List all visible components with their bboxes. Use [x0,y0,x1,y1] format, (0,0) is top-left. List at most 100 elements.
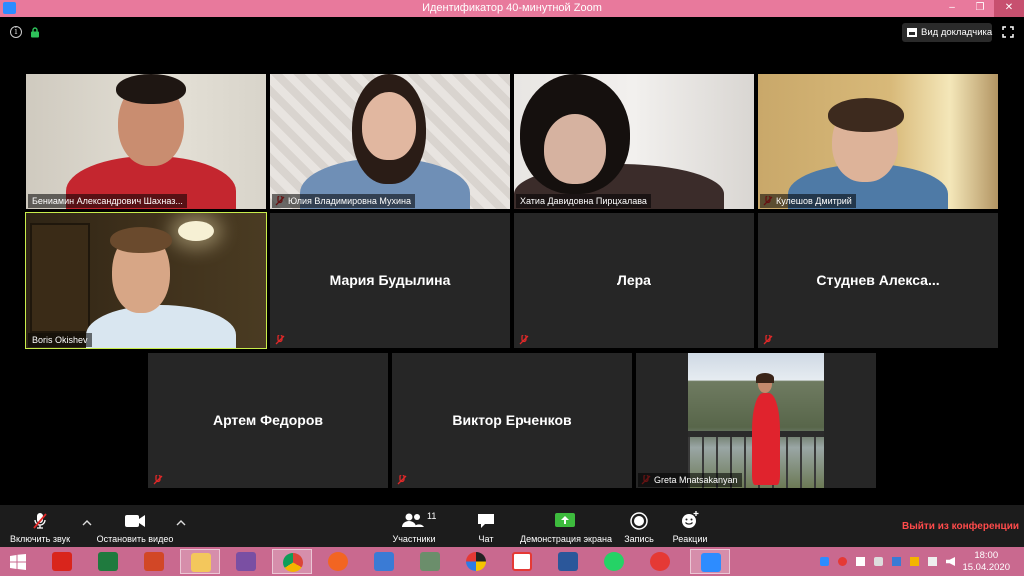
chat-button[interactable]: Чат [466,505,506,547]
participant-name: Юлия Владимировна Мухина [272,194,415,208]
taskbar-whatsapp[interactable] [594,549,634,574]
meeting-toolbar: Включить звук Остановить видео 11 Участн… [0,505,1024,547]
tray-network-icon[interactable] [892,557,901,566]
whatsapp-icon [604,552,624,571]
folder-icon [191,553,211,572]
participant-tile[interactable]: Студнев Алекса... [758,213,998,348]
microphone-muted-icon [33,513,47,529]
maximize-button[interactable]: ❐ [966,0,994,17]
network-icon [374,552,394,571]
taskbar-app[interactable] [456,549,496,574]
participant-tile-active-speaker[interactable]: Boris Okishev [25,212,267,349]
participant-tile[interactable]: Бениамин Александрович Шахназ... [26,74,266,209]
participant-tile[interactable]: Юлия Владимировна Мухина [270,74,510,209]
speaker-view-button[interactable]: Вид докладчика [902,23,992,42]
taskbar-zoom[interactable] [690,549,730,574]
participant-video [688,353,824,488]
record-label: Запись [624,534,654,544]
windows-taskbar: 18:00 15.04.2020 [0,547,1024,576]
taskbar-yandex-browser[interactable] [502,549,542,574]
unmute-label: Включить звук [9,534,71,544]
taskbar-file-explorer[interactable] [180,549,220,574]
participants-count: 11 [427,511,437,521]
windows-start-icon[interactable] [10,554,26,570]
taskbar-yandex[interactable] [640,549,680,574]
taskbar-clock[interactable]: 18:00 15.04.2020 [962,550,1010,574]
muted-mic-icon [153,475,163,485]
taskbar-word[interactable] [548,549,588,574]
participant-name-center: Артем Федоров [212,412,324,428]
media-player-icon [328,552,348,571]
share-screen-icon [555,513,575,527]
encryption-lock-icon[interactable] [30,27,40,38]
chat-label: Чат [478,534,494,544]
participant-name-center: Лера [617,272,651,288]
stop-video-label: Остановить видео [96,534,174,544]
tray-app-icon[interactable] [874,557,883,566]
tray-antivirus-icon[interactable] [838,557,847,566]
leave-meeting-button[interactable]: Выйти из конференции [902,521,1019,532]
participant-tile[interactable]: Хатиа Давидовна Пирцхалава [514,74,754,209]
taskbar-media-player[interactable] [318,549,358,574]
window-title: Идентификатор 40-минутной Zoom [422,2,602,14]
reactions-label: Реакции [672,534,708,544]
chrome-icon [283,553,303,572]
unmute-button[interactable]: Включить звук [4,505,76,547]
participant-video [758,74,998,209]
participant-video [26,213,266,348]
window-titlebar: Идентификатор 40-минутной Zoom – ❐ ✕ [0,0,1024,17]
participant-tile[interactable]: Кулешов Дмитрий [758,74,998,209]
participant-name: Boris Okishev [28,333,92,347]
scanner-icon [420,552,440,571]
record-button[interactable]: Запись [620,505,658,547]
taskbar-acrobat[interactable] [42,549,82,574]
taskbar-app[interactable] [410,549,450,574]
share-screen-button[interactable]: Демонстрация экрана [520,505,612,547]
video-options-chevron-up-icon[interactable] [176,519,186,527]
audio-options-chevron-up-icon[interactable] [82,519,92,527]
tray-usb-icon[interactable] [856,557,865,566]
reactions-button[interactable]: Реакции [670,505,710,547]
participants-button[interactable]: 11 Участники [388,505,440,547]
taskbar-winrar[interactable] [226,549,266,574]
tray-battery-icon[interactable] [928,557,937,566]
minimize-button[interactable]: – [938,0,966,17]
participant-tile[interactable]: Лера [514,213,754,348]
yandex-browser-icon [512,552,532,571]
muted-mic-icon [519,335,529,345]
participant-name: Кулешов Дмитрий [760,194,856,208]
powerpoint-icon [144,552,164,571]
taskbar-chrome[interactable] [272,549,312,574]
video-camera-icon [125,515,145,527]
tray-volume-icon[interactable] [946,557,955,566]
tray-update-icon[interactable] [910,557,919,566]
participant-tile[interactable]: Greta Mnatsakanyan [636,353,876,488]
participant-tile[interactable]: Виктор Ерченков [392,353,632,488]
participant-tile[interactable]: Мария Будылина [270,213,510,348]
meeting-info-icon[interactable]: i [10,26,22,38]
reactions-smiley-icon [682,511,699,528]
clock-date: 15.04.2020 [962,562,1010,573]
stop-video-button[interactable]: Остановить видео [96,505,174,547]
fullscreen-icon[interactable] [1002,26,1014,38]
taskbar-excel[interactable] [88,549,128,574]
excel-icon [98,552,118,571]
taskbar-app[interactable] [364,549,404,574]
participant-name: Greta Mnatsakanyan [638,473,742,487]
share-screen-label: Демонстрация экрана [520,534,612,544]
participant-name-center: Мария Будылина [329,272,451,288]
close-button[interactable]: ✕ [994,0,1024,17]
participant-tile[interactable]: Артем Федоров [148,353,388,488]
participant-video [26,74,266,209]
participants-icon [402,513,424,527]
speaker-view-icon [907,28,917,37]
taskbar-powerpoint[interactable] [134,549,174,574]
chat-bubble-icon [478,514,494,528]
color-wheel-icon [466,552,486,571]
participant-name: Хатиа Давидовна Пирцхалава [516,194,651,208]
acrobat-icon [52,552,72,571]
tray-zoom-icon[interactable] [820,557,829,566]
muted-mic-icon [275,335,285,345]
participant-name: Бениамин Александрович Шахназ... [28,194,187,208]
zoom-icon [701,553,721,572]
